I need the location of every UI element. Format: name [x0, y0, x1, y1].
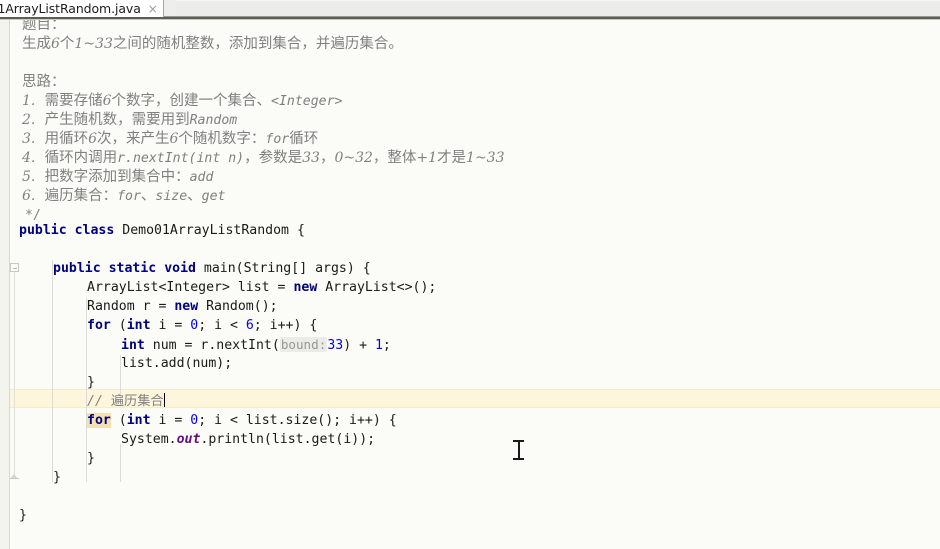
keyword-new: new — [174, 299, 199, 314]
source-code-area[interactable]: public class Demo01ArrayListRandom { pub… — [0, 20, 940, 549]
for-loop-generate-line: for (int i = 0; i < 6; i++) { — [87, 318, 318, 333]
class-name: Demo01ArrayListRandom — [122, 223, 289, 238]
editor-surface[interactable]: 题目： 生成6个1~33之间的随机整数，添加到集合，并遍历集合。 思路： 1. … — [0, 20, 940, 549]
literal-zero: 0 — [190, 413, 199, 428]
keyword-static: static — [108, 261, 157, 276]
literal-one: 1 — [374, 338, 383, 353]
keyword-new: new — [293, 280, 318, 295]
class-declaration-line: public class Demo01ArrayListRandom { — [19, 223, 305, 238]
closing-brace-main: } — [53, 470, 61, 485]
close-icon[interactable]: × — [148, 3, 158, 15]
tab-demo01arraylistrandom[interactable]: mo01ArrayListRandom.java × — [0, 0, 164, 17]
arraylist-declaration-line: ArrayList<Integer> list = new ArrayList<… — [87, 280, 437, 295]
closing-brace-for1: } — [87, 375, 95, 390]
random-declaration-line: Random r = new Random(); — [87, 299, 278, 314]
nextint-call-line: int num = r.nextInt(bound:33) + 1; — [121, 337, 391, 353]
parameter-hint-bound: bound: — [279, 337, 328, 352]
literal-33: 33 — [327, 338, 344, 353]
comment-slashes: // — [87, 394, 111, 409]
literal-zero: 0 — [190, 318, 199, 333]
tab-label: mo01ArrayListRandom.java — [0, 1, 141, 16]
keyword-public: public — [53, 261, 101, 276]
main-method-line: public static void main(String[] args) { — [53, 261, 371, 276]
keyword-public: public — [19, 223, 67, 238]
keyword-for: for — [87, 413, 111, 428]
text-caret — [163, 393, 165, 407]
keyword-class: class — [74, 223, 115, 238]
list-add-line: list.add(num); — [121, 356, 233, 371]
editor-tab-bar: mo01ArrayListRandom.java × — [0, 0, 940, 17]
keyword-int: int — [121, 338, 145, 353]
traverse-comment-line: // 遍历集合 — [87, 392, 165, 411]
keyword-for: for — [87, 318, 111, 333]
keyword-void: void — [164, 261, 196, 276]
closing-brace-class: } — [19, 508, 27, 523]
literal-six: 6 — [245, 318, 254, 333]
for-loop-traverse-line: for (int i = 0; i < list.size(); i++) { — [87, 413, 397, 428]
field-out: out — [176, 432, 201, 447]
keyword-int: int — [126, 318, 151, 333]
method-name-main: main — [203, 261, 236, 276]
closing-brace-for2: } — [87, 451, 95, 466]
tab-bar-empty-area — [176, 0, 940, 16]
code-editor-window: mo01ArrayListRandom.java × 题目： 生成6个1~33之… — [0, 0, 940, 549]
comment-text: 遍历集合 — [110, 394, 164, 409]
println-line: System.out.println(list.get(i)); — [121, 432, 376, 447]
keyword-int: int — [126, 413, 151, 428]
